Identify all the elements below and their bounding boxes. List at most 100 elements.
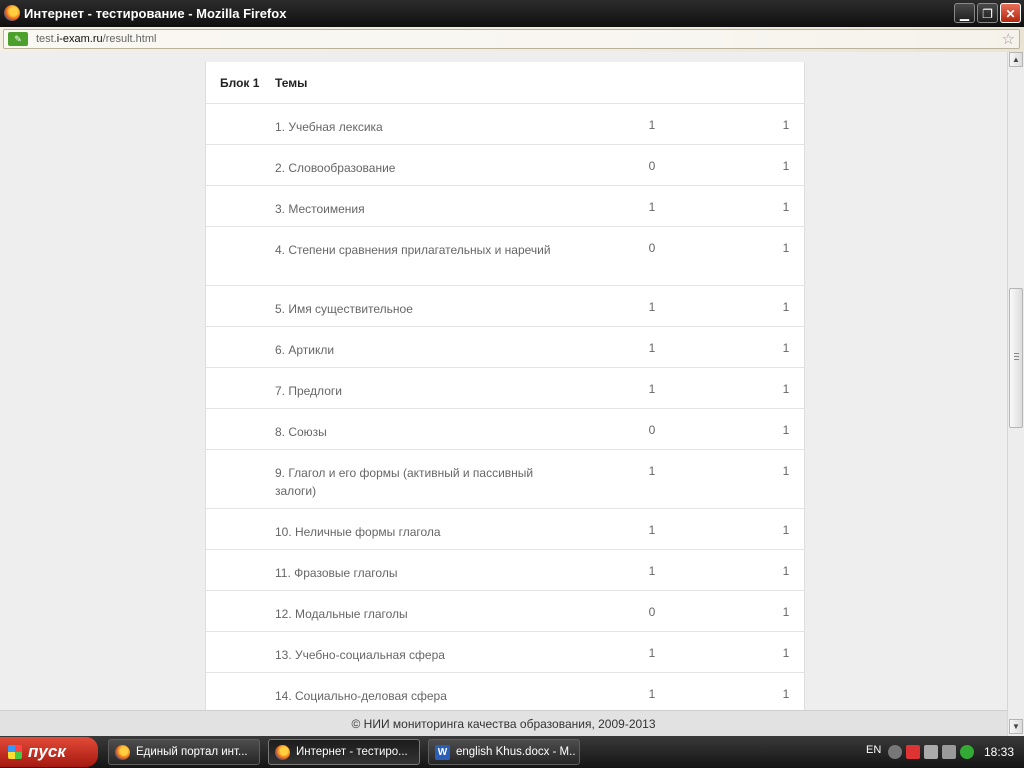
page-footer: © НИИ мониторинга качества образования, … — [0, 710, 1007, 737]
network-icon[interactable] — [942, 745, 956, 759]
score-value: 1 — [648, 646, 656, 660]
score-value: 1 — [648, 200, 656, 214]
scroll-down-button[interactable]: ▼ — [1009, 719, 1023, 734]
taskbar-item-label: Интернет - тестиро... — [296, 746, 408, 758]
table-row: 10. Неличные формы глагола 1 1 — [206, 509, 804, 550]
language-indicator[interactable]: EN — [866, 744, 881, 756]
scroll-up-button[interactable]: ▲ — [1009, 52, 1023, 67]
max-value: 1 — [782, 341, 790, 355]
topic-name: 7. Предлоги — [275, 384, 342, 398]
security-icon[interactable] — [960, 745, 974, 759]
close-button[interactable]: ✕ — [1000, 3, 1021, 23]
firefox-icon — [4, 5, 20, 21]
block-header: Блок 1 — [220, 76, 260, 90]
table-row: 4. Степени сравнения прилагательных и на… — [206, 227, 804, 286]
windows-logo-icon — [8, 745, 22, 759]
score-value: 0 — [648, 241, 656, 255]
table-row: 5. Имя существительное 1 1 — [206, 286, 804, 327]
scrollbar-thumb[interactable] — [1009, 288, 1023, 428]
topic-name: 5. Имя существительное — [275, 302, 413, 316]
bookmark-star-icon[interactable]: ☆ — [1002, 30, 1015, 48]
url-prefix: test. — [36, 33, 57, 45]
url-path: /result.html — [102, 33, 157, 45]
topic-name: 2. Словообразование — [275, 161, 396, 175]
table-row: 1. Учебная лексика 1 1 — [206, 104, 804, 145]
max-value: 1 — [782, 605, 790, 619]
start-label: пуск — [28, 742, 66, 761]
table-row: 11. Фразовые глаголы 1 1 — [206, 550, 804, 591]
vertical-scrollbar[interactable]: ▲ ▼ — [1007, 52, 1024, 736]
topic-name: 3. Местоимения — [275, 202, 365, 216]
taskbar-item-word[interactable]: W english Khus.docx - M... — [428, 739, 580, 765]
score-value: 1 — [648, 341, 656, 355]
firefox-icon — [115, 745, 130, 760]
max-value: 1 — [782, 423, 790, 437]
score-value: 0 — [648, 423, 656, 437]
score-value: 1 — [648, 464, 656, 478]
max-value: 1 — [782, 646, 790, 660]
taskbar: пуск Единый портал инт... Интернет - тес… — [0, 736, 1024, 768]
url-bar[interactable]: ✎ test.i-exam.ru/result.html ☆ — [3, 29, 1020, 49]
arrow-icon[interactable] — [888, 745, 902, 759]
topic-name: 8. Союзы — [275, 425, 327, 439]
score-value: 1 — [648, 118, 656, 132]
table-header: Блок 1 Темы — [206, 62, 804, 104]
score-value: 1 — [648, 523, 656, 537]
topic-name: 12. Модальные глаголы — [275, 607, 408, 621]
max-value: 1 — [782, 300, 790, 314]
table-row: 12. Модальные глаголы 0 1 — [206, 591, 804, 632]
window-title: Интернет - тестирование - Mozilla Firefo… — [24, 6, 287, 21]
topic-name: 10. Неличные формы глагола — [275, 525, 441, 539]
taskbar-item-portal[interactable]: Единый портал инт... — [108, 739, 260, 765]
table-row: 13. Учебно-социальная сфера 1 1 — [206, 632, 804, 673]
taskbar-item-label: Единый портал инт... — [136, 746, 248, 758]
max-value: 1 — [782, 564, 790, 578]
grip-icon — [1014, 353, 1019, 361]
topic-name: 11. Фразовые глаголы — [275, 566, 398, 580]
table-row: 9. Глагол и его формы (активный и пассив… — [206, 450, 804, 509]
score-value: 0 — [648, 159, 656, 173]
taskbar-item-label: english Khus.docx - M... — [456, 746, 576, 758]
score-value: 1 — [648, 564, 656, 578]
topic-name: 6. Артикли — [275, 343, 335, 357]
max-value: 1 — [782, 241, 790, 255]
taskbar-item-testing[interactable]: Интернет - тестиро... — [268, 739, 420, 765]
max-value: 1 — [782, 382, 790, 396]
clock: 18:33 — [984, 745, 1015, 759]
site-identity-icon[interactable]: ✎ — [8, 32, 28, 46]
minimize-button[interactable]: ▁ — [954, 3, 975, 23]
word-icon: W — [435, 745, 450, 760]
score-value: 1 — [648, 300, 656, 314]
table-row: 2. Словообразование 0 1 — [206, 145, 804, 186]
antivirus-icon[interactable] — [906, 745, 920, 759]
max-value: 1 — [782, 687, 790, 701]
max-value: 1 — [782, 200, 790, 214]
max-value: 1 — [782, 118, 790, 132]
table-row: 3. Местоимения 1 1 — [206, 186, 804, 227]
topics-header: Темы — [275, 76, 308, 90]
results-table: Блок 1 Темы 1. Учебная лексика 1 1 2. Слово… — [205, 62, 805, 710]
table-row: 8. Союзы 0 1 — [206, 409, 804, 450]
page-content: Блок 1 Темы 1. Учебная лексика 1 1 2. Слово… — [0, 52, 1007, 710]
max-value: 1 — [782, 464, 790, 478]
score-value: 1 — [648, 382, 656, 396]
restore-button[interactable]: ❐ — [977, 3, 998, 23]
table-row: 14. Социально-деловая сфера 1 1 — [206, 673, 804, 710]
table-row: 7. Предлоги 1 1 — [206, 368, 804, 409]
window-titlebar: Интернет - тестирование - Mozilla Firefo… — [0, 0, 1024, 27]
system-tray: EN 18:33 — [858, 738, 1024, 766]
topic-name: 4. Степени сравнения прилагательных и на… — [275, 243, 551, 257]
url-domain: i-exam.ru — [56, 33, 103, 45]
start-button[interactable]: пуск — [0, 737, 98, 767]
max-value: 1 — [782, 159, 790, 173]
score-value: 1 — [648, 687, 656, 701]
topic-name: 13. Учебно-социальная сфера — [275, 648, 445, 662]
network-icon[interactable] — [924, 745, 938, 759]
score-value: 0 — [648, 605, 656, 619]
navigation-bar: ✎ test.i-exam.ru/result.html ☆ — [0, 27, 1024, 53]
topic-name: 1. Учебная лексика — [275, 120, 383, 134]
firefox-icon — [275, 745, 290, 760]
topic-name: 14. Социально-деловая сфера — [275, 689, 447, 703]
url-text[interactable]: test.i-exam.ru/result.html — [36, 33, 156, 45]
max-value: 1 — [782, 523, 790, 537]
